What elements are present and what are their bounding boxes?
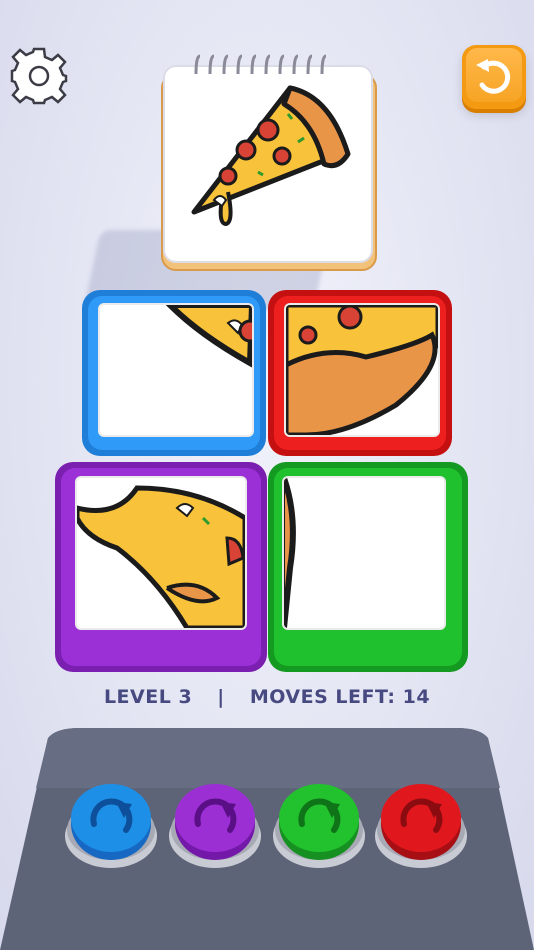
settings-gear-icon[interactable] [8, 45, 70, 107]
tile-blue[interactable] [82, 290, 266, 456]
tile-blue-picture [98, 303, 254, 437]
tile-purple[interactable] [55, 462, 267, 672]
tile-green-picture [282, 476, 446, 630]
rotate-button-green[interactable] [272, 778, 366, 872]
undo-icon [476, 59, 511, 94]
tile-red-picture [284, 303, 440, 437]
tile-red[interactable] [268, 290, 452, 456]
tile-purple-picture [75, 476, 247, 630]
rotate-button-purple[interactable] [168, 778, 262, 872]
moves-left-label: MOVES LEFT: 14 [249, 686, 431, 708]
level-label: LEVEL 3 [103, 686, 193, 708]
status-bar: LEVEL 3 | MOVES LEFT: 14 [0, 686, 534, 708]
rotate-button-red[interactable] [374, 778, 468, 872]
rotate-button-blue[interactable] [64, 778, 158, 872]
tile-green[interactable] [268, 462, 468, 672]
restart-button[interactable] [462, 45, 526, 109]
status-separator: | [217, 686, 225, 708]
target-pizza-card [161, 54, 377, 271]
